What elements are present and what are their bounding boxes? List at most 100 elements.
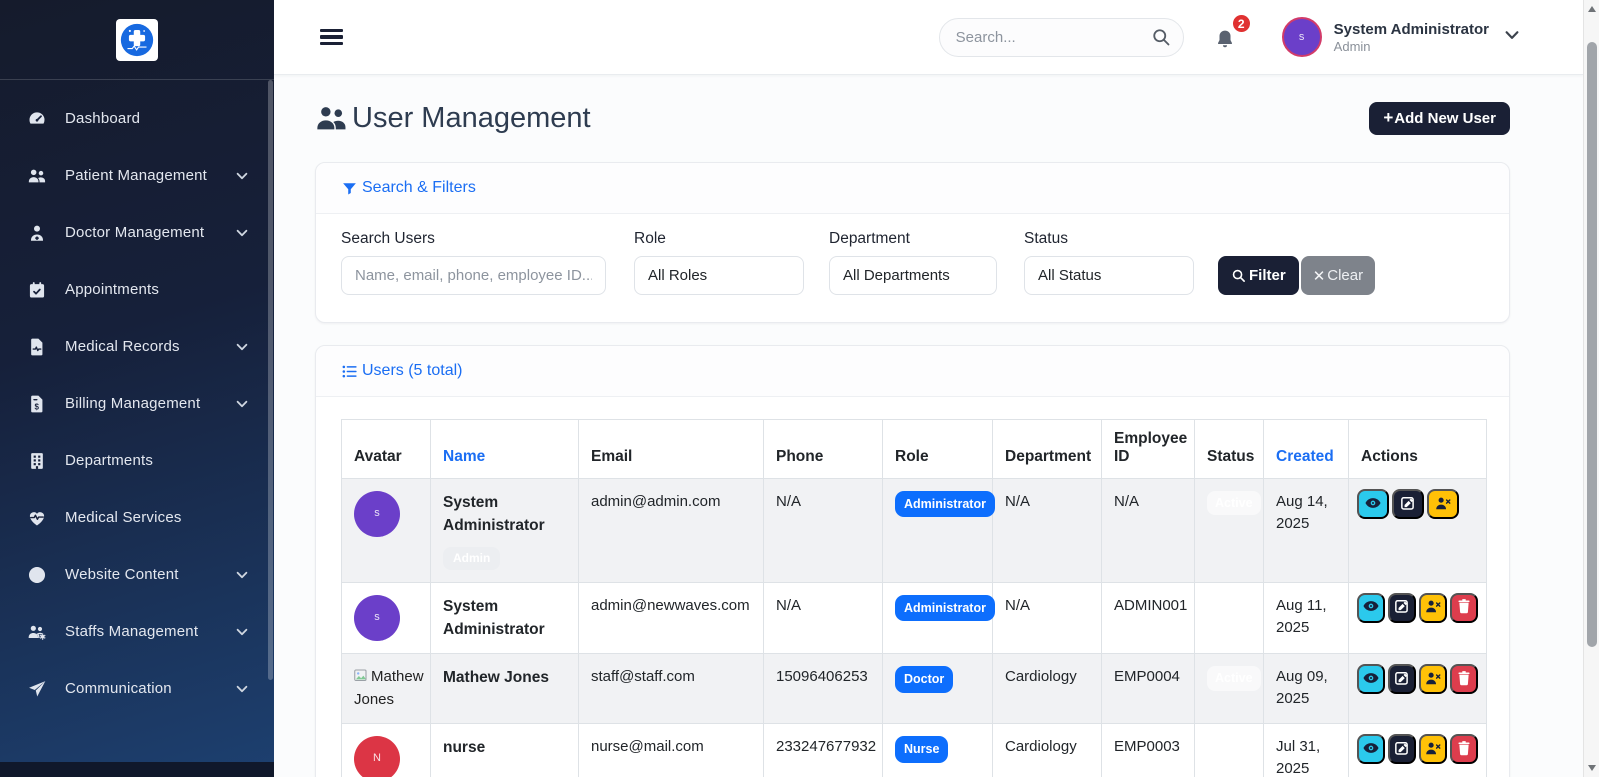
chevron-down-icon bbox=[234, 567, 250, 583]
filter-funnel-icon bbox=[341, 180, 358, 197]
sidebar-item-label: Communication bbox=[65, 680, 234, 697]
users-table: Avatar Name Email Phone Role Department … bbox=[341, 419, 1487, 777]
eye-icon bbox=[1362, 739, 1380, 757]
deactivate-user-button[interactable] bbox=[1419, 593, 1447, 623]
user-x-icon bbox=[1434, 494, 1452, 512]
user-doctor-icon bbox=[26, 222, 47, 243]
column-header-status: Status bbox=[1195, 420, 1264, 479]
cell-employee-id: EMP0003 bbox=[1102, 724, 1195, 777]
sidebar-item-label: Doctor Management bbox=[65, 224, 234, 241]
view-user-button[interactable] bbox=[1357, 489, 1389, 519]
pen-square-icon bbox=[1393, 739, 1411, 757]
sidebar-item-staffs-management[interactable]: Staffs Management bbox=[0, 603, 274, 660]
sidebar-item-medical-services[interactable]: Medical Services bbox=[0, 489, 274, 546]
view-user-button[interactable] bbox=[1357, 593, 1385, 623]
sidebar-item-medical-records[interactable]: Medical Records bbox=[0, 318, 274, 375]
pen-square-icon bbox=[1399, 494, 1417, 512]
view-user-button[interactable] bbox=[1357, 734, 1385, 764]
user-menu[interactable]: s System Administrator Admin bbox=[1282, 17, 1521, 57]
sidebar: Dashboard Patient Management Doctor Mana… bbox=[0, 0, 274, 777]
user-x-icon bbox=[1424, 739, 1442, 757]
search-input[interactable] bbox=[939, 18, 1184, 57]
pen-square-icon bbox=[1393, 597, 1411, 615]
eye-icon bbox=[1364, 494, 1382, 512]
clear-button[interactable]: ✕ Clear bbox=[1301, 256, 1375, 295]
users-icon bbox=[315, 103, 349, 133]
cell-email: nurse@mail.com bbox=[579, 724, 764, 777]
sidebar-item-appointments[interactable]: Appointments bbox=[0, 261, 274, 318]
sidebar-item-label: Patient Management bbox=[65, 167, 234, 184]
sidebar-footer bbox=[0, 762, 274, 777]
avatar: s bbox=[354, 595, 400, 641]
chevron-down-icon bbox=[234, 225, 250, 241]
edit-user-button[interactable] bbox=[1388, 734, 1416, 764]
menu-toggle-button[interactable] bbox=[320, 26, 343, 49]
deactivate-user-button[interactable] bbox=[1419, 734, 1447, 764]
table-row: s System Administrator admin@newwaves.co… bbox=[342, 582, 1487, 654]
page-scrollbar[interactable] bbox=[1583, 0, 1599, 777]
column-header-employee-id: Employee ID bbox=[1102, 420, 1195, 479]
column-header-role: Role bbox=[883, 420, 993, 479]
cell-employee-id: ADMIN001 bbox=[1102, 582, 1195, 654]
sidebar-item-communication[interactable]: Communication bbox=[0, 660, 274, 717]
edit-user-button[interactable] bbox=[1388, 593, 1416, 623]
deactivate-user-button[interactable] bbox=[1419, 664, 1447, 694]
bell-icon bbox=[1214, 27, 1236, 51]
search-icon[interactable] bbox=[1151, 27, 1171, 47]
cell-status bbox=[1195, 582, 1264, 654]
delete-user-button[interactable] bbox=[1450, 664, 1478, 694]
table-row: Mathew Jones Mathew Jones staff@staff.co… bbox=[342, 654, 1487, 724]
sidebar-item-dashboard[interactable]: Dashboard bbox=[0, 90, 274, 147]
user-name: nurse bbox=[443, 736, 566, 759]
users-card-title: Users (5 total) bbox=[341, 362, 462, 380]
medical-logo-icon bbox=[118, 21, 156, 59]
x-icon: ✕ bbox=[1313, 267, 1326, 285]
role-label: Role bbox=[634, 230, 804, 248]
delete-user-button[interactable] bbox=[1450, 593, 1478, 623]
chevron-down-icon bbox=[234, 624, 250, 640]
main-content: User Management + Add New User Search & … bbox=[274, 75, 1583, 777]
department-select[interactable]: All Departments bbox=[829, 256, 997, 295]
users-gear-icon bbox=[26, 621, 47, 642]
header-search bbox=[939, 18, 1184, 57]
sidebar-item-departments[interactable]: Departments bbox=[0, 432, 274, 489]
column-header-name[interactable]: Name bbox=[431, 420, 579, 479]
notification-badge: 2 bbox=[1231, 13, 1252, 34]
scrollbar-thumb[interactable] bbox=[1587, 42, 1597, 647]
sidebar-item-label: Medical Records bbox=[65, 338, 234, 355]
scroll-up-arrow-icon[interactable] bbox=[1588, 6, 1596, 12]
avatar: s bbox=[1282, 17, 1322, 57]
edit-user-button[interactable] bbox=[1392, 489, 1424, 519]
scroll-down-arrow-icon[interactable] bbox=[1588, 765, 1596, 771]
building-icon bbox=[26, 450, 47, 471]
status-select[interactable]: All Status bbox=[1024, 256, 1194, 295]
chevron-down-icon bbox=[234, 396, 250, 412]
cell-department: N/A bbox=[993, 582, 1102, 654]
edit-user-button[interactable] bbox=[1388, 664, 1416, 694]
cell-employee-id: N/A bbox=[1102, 479, 1195, 583]
delete-user-button[interactable] bbox=[1450, 734, 1478, 764]
search-icon bbox=[1231, 268, 1246, 283]
chevron-down-icon bbox=[234, 681, 250, 697]
sidebar-item-website-content[interactable]: Website Content bbox=[0, 546, 274, 603]
deactivate-user-button[interactable] bbox=[1427, 489, 1459, 519]
role-select[interactable]: All Roles bbox=[634, 256, 804, 295]
department-label: Department bbox=[829, 230, 997, 248]
search-users-input[interactable] bbox=[341, 256, 606, 295]
sidebar-scrollbar[interactable] bbox=[268, 80, 273, 680]
add-new-user-button[interactable]: + Add New User bbox=[1369, 102, 1510, 135]
notifications-button[interactable]: 2 bbox=[1214, 22, 1240, 52]
broken-image-icon bbox=[354, 669, 369, 683]
role-badge: Doctor bbox=[895, 666, 953, 692]
eye-icon bbox=[1362, 597, 1380, 615]
filter-button[interactable]: Filter bbox=[1218, 256, 1299, 295]
column-header-created[interactable]: Created bbox=[1264, 420, 1349, 479]
paper-plane-icon bbox=[26, 678, 47, 699]
sidebar-item-doctor-management[interactable]: Doctor Management bbox=[0, 204, 274, 261]
sidebar-item-patient-management[interactable]: Patient Management bbox=[0, 147, 274, 204]
view-user-button[interactable] bbox=[1357, 664, 1385, 694]
sidebar-item-label: Appointments bbox=[65, 281, 250, 298]
app-logo[interactable] bbox=[116, 19, 158, 61]
sidebar-item-billing-management[interactable]: $ Billing Management bbox=[0, 375, 274, 432]
cell-email: staff@staff.com bbox=[579, 654, 764, 724]
